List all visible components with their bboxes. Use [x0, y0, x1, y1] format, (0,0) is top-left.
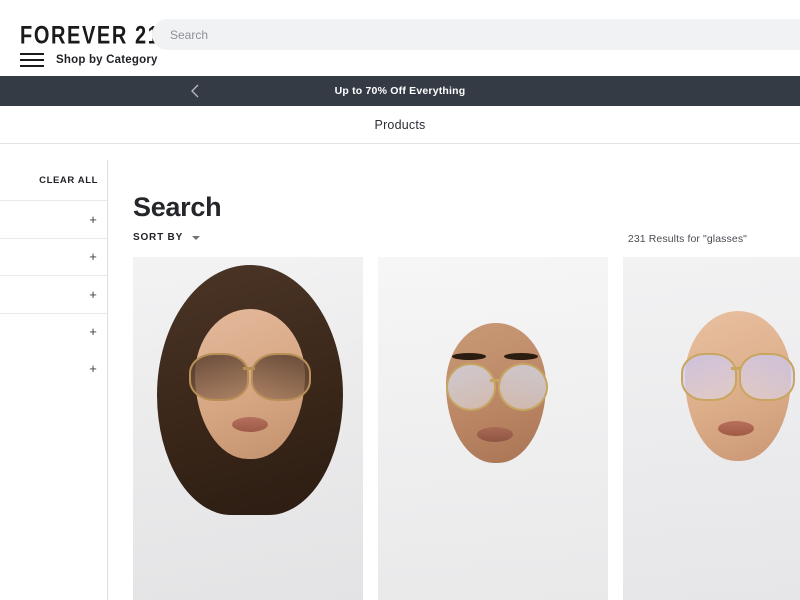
sunglasses-bridge [243, 367, 255, 370]
product-card-1[interactable] [133, 257, 363, 600]
filter-group-size[interactable]: SIZE + [0, 237, 107, 276]
results-count-text: 231 Results for "glasses" [627, 233, 747, 245]
product-image-3 [623, 257, 800, 600]
expand-plus-icon[interactable]: + [88, 213, 98, 226]
product-card-2[interactable] [378, 257, 608, 600]
brand-logo[interactable]: FOREVER 21 [20, 22, 160, 51]
product-grid [133, 257, 800, 600]
chevron-left-icon[interactable] [186, 82, 204, 100]
filter-sidebar: CLEAR ALL CATEGORY + SIZE + COLOR + BRAN… [0, 160, 108, 600]
glasses-lens-right [498, 363, 548, 411]
product-image-2 [378, 257, 608, 600]
filter-group-price-range[interactable]: PRICE RANGE + [0, 350, 107, 388]
filter-group-color[interactable]: COLOR + [0, 275, 107, 313]
promo-banner: Up to 70% Off Everything [0, 76, 800, 106]
browser-viewport: FOREVER 21 Shop by Category Up to 70% Of… [0, 0, 800, 600]
filter-group-brand[interactable]: BRAND + [0, 312, 107, 351]
product-card-3[interactable] [623, 257, 800, 600]
expand-plus-icon[interactable]: + [88, 250, 98, 263]
filter-group-category[interactable]: CATEGORY + [0, 200, 107, 238]
category-menu-row: Shop by Category [20, 53, 158, 67]
site-header: FOREVER 21 Shop by Category [0, 0, 800, 76]
search-input[interactable] [152, 20, 770, 49]
model-brow-right [504, 353, 538, 360]
product-image-1 [133, 257, 363, 600]
expand-plus-icon[interactable]: + [88, 288, 98, 301]
clear-all-button[interactable]: CLEAR ALL [39, 175, 98, 186]
promo-banner-text: Up to 70% Off Everything [334, 85, 466, 97]
results-tab-bar: Products [0, 106, 800, 144]
page-title: Search [133, 192, 222, 222]
glasses-bridge [490, 379, 500, 382]
hamburger-menu-icon[interactable] [20, 53, 44, 67]
glasses-lens-right [739, 353, 795, 401]
expand-plus-icon[interactable]: + [88, 362, 98, 375]
model-lips [718, 421, 754, 436]
sunglasses-lens-left [189, 353, 249, 401]
tab-products[interactable]: Products [375, 118, 426, 132]
sunglasses-lens-right [251, 353, 311, 401]
model-brow-left [452, 353, 486, 360]
model-lips [477, 427, 513, 442]
expand-plus-icon[interactable]: + [88, 325, 98, 338]
glasses-bridge [731, 367, 741, 370]
shop-by-category-link[interactable]: Shop by Category [56, 54, 158, 66]
filter-sidebar-header: CLEAR ALL [0, 160, 107, 200]
search-results-main: Search SORT BY 231 Results for "glasses" [133, 160, 800, 600]
glasses-lens-left [681, 353, 737, 401]
glasses-lens-left [446, 363, 496, 411]
search-bar[interactable] [152, 19, 800, 50]
model-lips [232, 417, 268, 432]
